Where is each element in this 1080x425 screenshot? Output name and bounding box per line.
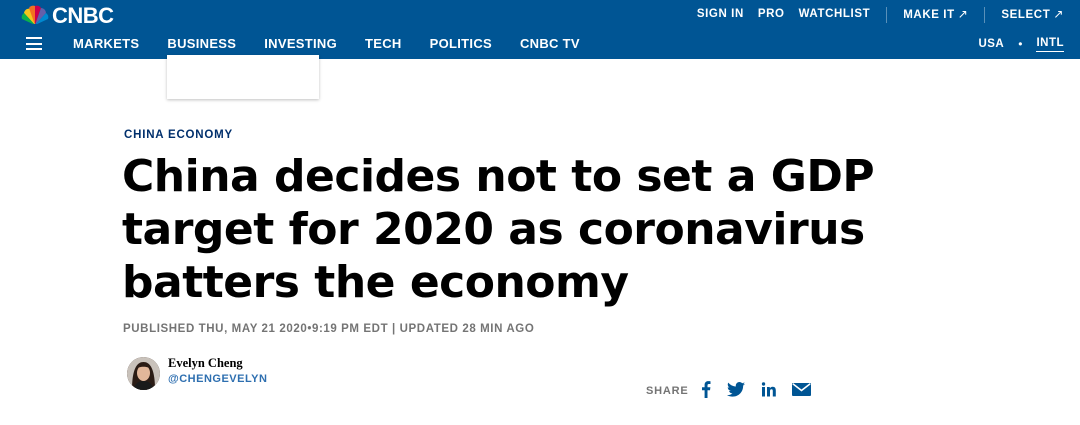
hamburger-menu-icon[interactable] (26, 37, 42, 50)
article-kicker[interactable]: CHINA ECONOMY (124, 129, 233, 141)
nav-item-tech[interactable]: TECH (351, 29, 416, 59)
author-name[interactable]: Evelyn Cheng (168, 356, 243, 371)
email-icon[interactable] (791, 382, 811, 396)
nav-divider (984, 6, 986, 23)
facebook-icon[interactable] (701, 380, 711, 398)
sign-in-link[interactable]: SIGN IN (690, 0, 751, 29)
cnbc-logo[interactable]: CNBC (20, 4, 114, 28)
logo-wordmark: CNBC (52, 3, 114, 28)
nav-divider (886, 6, 888, 23)
author-photo-icon (127, 357, 160, 390)
select-label: SELECT (1001, 8, 1051, 21)
article-headline: China decides not to set a GDP target fo… (122, 151, 875, 308)
external-arrow-icon: ↗ (1053, 6, 1064, 21)
edition-separator: • (1018, 37, 1023, 51)
external-arrow-icon: ↗ (957, 6, 969, 21)
share-label: SHARE (646, 385, 689, 397)
peacock-icon (20, 5, 50, 27)
main-nav: MARKETS BUSINESS INVESTING TECH POLITICS… (0, 29, 1080, 59)
make-it-label: MAKE IT (903, 8, 955, 21)
select-link[interactable]: SELECT ↗ (994, 0, 1080, 30)
watchlist-link[interactable]: WATCHLIST (792, 0, 878, 29)
nav-item-politics[interactable]: POLITICS (416, 29, 506, 59)
make-it-link[interactable]: MAKE IT ↗ (896, 0, 975, 30)
utility-nav: SIGN IN PRO WATCHLIST MAKE IT ↗ SELECT ↗ (690, 0, 1080, 29)
nav-dropdown-panel (167, 55, 319, 99)
nav-item-markets[interactable]: MARKETS (59, 29, 153, 59)
nav-item-cnbc-tv[interactable]: CNBC TV (506, 29, 594, 59)
edition-switcher: USA • INTL (978, 29, 1064, 59)
twitter-icon[interactable] (726, 381, 745, 397)
pro-link[interactable]: PRO (751, 0, 792, 29)
share-bar: SHARE (646, 378, 811, 400)
linkedin-icon[interactable] (761, 381, 776, 397)
author-twitter-handle[interactable]: @CHENGEVELYN (168, 373, 267, 385)
main-nav-links: MARKETS BUSINESS INVESTING TECH POLITICS… (59, 29, 594, 59)
site-header: CNBC SIGN IN PRO WATCHLIST MAKE IT ↗ SELE… (0, 0, 1080, 59)
edition-usa[interactable]: USA (978, 29, 1004, 59)
edition-intl[interactable]: INTL (1036, 36, 1064, 52)
article-timestamp: PUBLISHED THU, MAY 21 2020•9:19 PM EDT |… (123, 323, 535, 335)
author-avatar[interactable] (127, 357, 160, 390)
